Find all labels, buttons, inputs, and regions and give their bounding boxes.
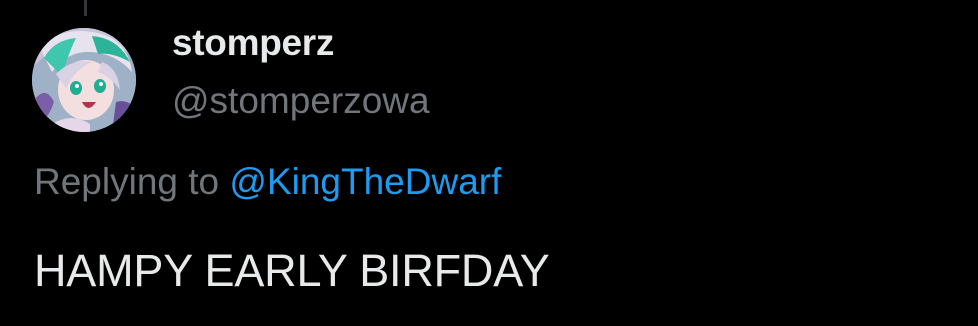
replying-to-line: Replying to @KingTheDwarf — [34, 161, 501, 203]
replying-to-label: Replying to — [34, 161, 230, 202]
anime-avatar-icon — [32, 28, 136, 132]
user-handle[interactable]: @stomperzowa — [172, 80, 430, 122]
tweet-text: HAMPY EARLY BIRFDAY — [34, 245, 550, 296]
avatar[interactable] — [32, 28, 136, 132]
reply-mention-link[interactable]: @KingTheDwarf — [229, 161, 501, 202]
display-name[interactable]: stomperz — [172, 22, 334, 64]
thread-connector-line — [84, 0, 87, 16]
